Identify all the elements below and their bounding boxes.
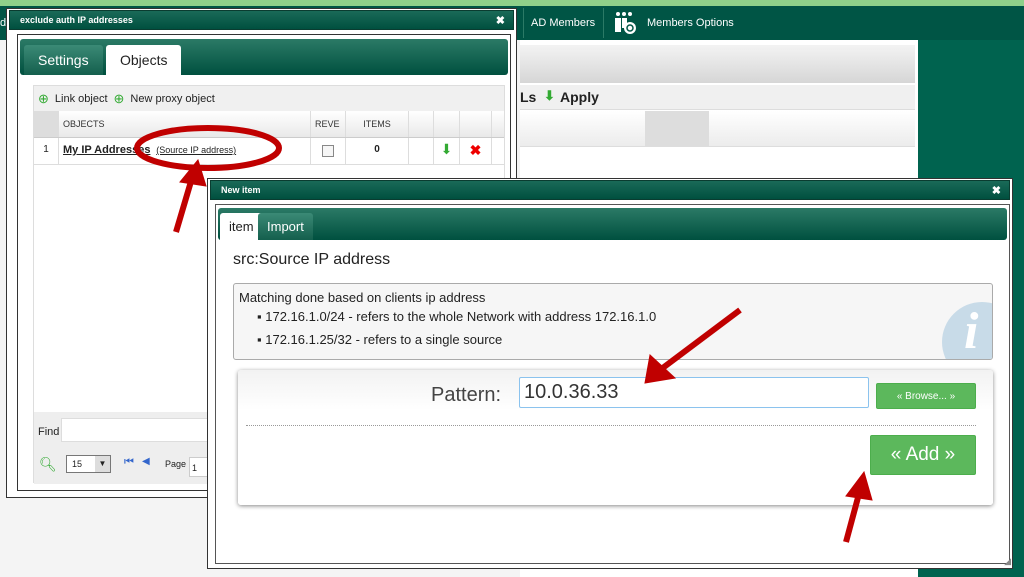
plus-circle-icon: ⊕ [113, 90, 125, 106]
tab-settings[interactable]: Settings [24, 45, 103, 75]
close-icon[interactable]: ✖ [496, 14, 505, 27]
tab-import[interactable]: Import [258, 213, 313, 240]
members-options-icon[interactable] [613, 11, 637, 35]
row-number-header [34, 111, 59, 137]
first-page-icon[interactable]: ⏮ [124, 456, 134, 469]
row-number: 1 [34, 138, 59, 164]
nav-ad-members[interactable]: AD Members [531, 17, 595, 29]
find-label: Find [38, 426, 60, 438]
sorted-column[interactable] [645, 111, 709, 147]
browse-button[interactable]: « Browse... » [876, 383, 976, 409]
apply-button[interactable]: Apply [560, 89, 599, 105]
separator [246, 425, 976, 426]
link-object-button[interactable]: Link object [55, 93, 108, 105]
new-item-dialog: New item ✖ item Import src:Source IP add… [207, 178, 1013, 569]
info-intro: Matching done based on clients ip addres… [239, 290, 486, 305]
pattern-label: Pattern: [431, 384, 502, 406]
object-type-link[interactable]: (Source IP address) [156, 145, 236, 155]
chevron-down-icon: ▼ [95, 456, 110, 472]
background-grid-header [520, 111, 915, 147]
tab-bar: item Import [218, 208, 1007, 240]
background-panel-header [520, 45, 915, 83]
page-label: Page [165, 459, 187, 469]
column-items[interactable]: ITEMS [346, 111, 409, 137]
delete-icon[interactable]: ✖ [460, 138, 492, 164]
search-icon[interactable]: 🔍︎ [39, 456, 57, 473]
dialog-title: New item [221, 185, 261, 195]
tab-bar: Settings Objects [20, 39, 508, 75]
reverse-checkbox[interactable] [322, 145, 334, 157]
close-icon[interactable]: ✖ [992, 184, 1001, 197]
pattern-panel: Pattern: « Browse... » « Add » [238, 370, 993, 505]
apply-icon: ⬇ [544, 88, 555, 103]
dialog-titlebar[interactable]: New item ✖ [210, 180, 1010, 200]
pattern-input[interactable] [519, 377, 869, 408]
nav-members-options[interactable]: Members Options [647, 17, 734, 29]
tab-item[interactable]: item [220, 213, 263, 240]
dialog-title: exclude auth IP addresses [20, 15, 133, 25]
nav-divider [603, 8, 604, 38]
dialog-titlebar[interactable]: exclude auth IP addresses ✖ [9, 10, 514, 30]
nav-divider [523, 8, 524, 38]
toolbar-partial-text: Ls [520, 89, 537, 105]
info-box: Matching done based on clients ip addres… [233, 283, 993, 360]
grid-header: OBJECTS REVE ITEMS [34, 111, 504, 138]
arrow-down-icon[interactable]: ⬇ [434, 138, 460, 164]
new-proxy-object-button[interactable]: New proxy object [130, 93, 214, 105]
column-reverse[interactable]: REVE [311, 111, 346, 137]
plus-circle-icon: ⊕ [38, 90, 49, 106]
page-size-select[interactable]: 15 ▼ [66, 455, 111, 473]
grid-toolbar: ⊕ Link object ⊕ New proxy object [34, 86, 504, 111]
resize-handle[interactable]: ◢ [1004, 556, 1011, 567]
background-toolbar: Ls ⬇ Apply [520, 85, 915, 110]
section-heading: src:Source IP address [233, 251, 391, 268]
column-objects[interactable]: OBJECTS [59, 111, 311, 137]
object-name-link[interactable]: My IP Addresses [63, 144, 150, 156]
table-row[interactable]: 1 My IP Addresses (Source IP address) 0 … [34, 138, 504, 165]
add-button[interactable]: « Add » [870, 435, 976, 475]
items-count: 0 [346, 138, 409, 164]
info-bullet: ▪ 172.16.1.0/24 - refers to the whole Ne… [257, 309, 657, 324]
info-bullet: ▪ 172.16.1.25/32 - refers to a single so… [257, 332, 503, 347]
prev-page-icon[interactable]: ◀ [142, 456, 150, 467]
tab-objects[interactable]: Objects [106, 45, 182, 75]
dialog-body: item Import src:Source IP address Matchi… [215, 204, 1010, 564]
